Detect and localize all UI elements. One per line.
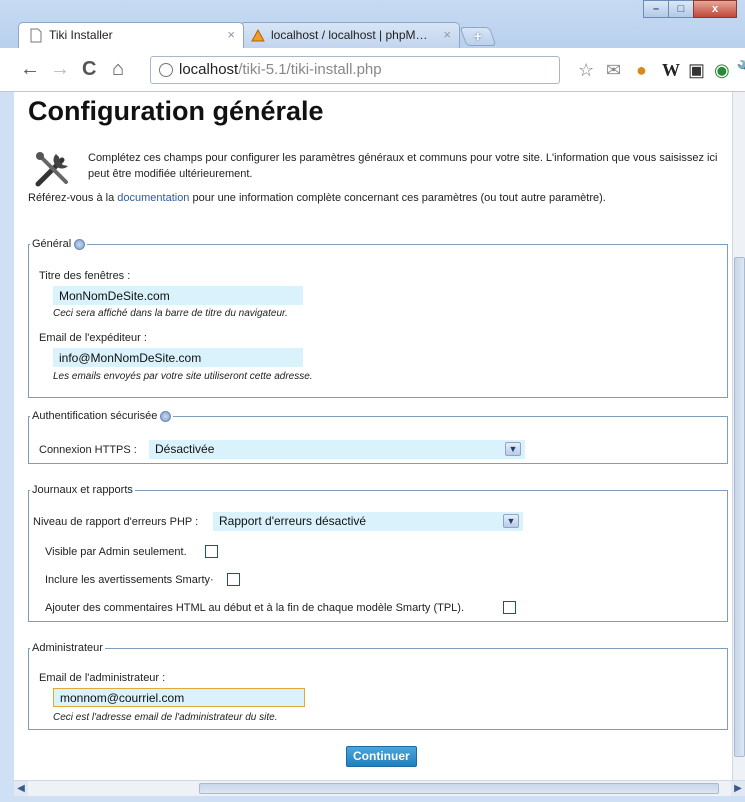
help-icon[interactable] <box>160 410 172 422</box>
scroll-right-icon[interactable]: ▶ <box>731 781 745 796</box>
reload-button[interactable]: C <box>82 58 96 81</box>
gmail-icon[interactable]: ✉ <box>606 60 621 81</box>
admin-only-checkbox[interactable] <box>205 545 218 558</box>
browser-title-note: Ceci sera affiché dans la barre de titre… <box>53 308 288 319</box>
https-label: Connexion HTTPS : <box>39 444 137 456</box>
scroll-thumb[interactable] <box>734 257 745 757</box>
forward-button[interactable]: → <box>50 58 70 81</box>
browser-title-label: Titre des fenêtres : <box>39 270 131 282</box>
wikipedia-icon[interactable]: W <box>662 60 680 81</box>
documentation-link[interactable]: documentation <box>117 192 189 204</box>
admin-email-input[interactable] <box>53 688 305 707</box>
html-comments-checkbox[interactable] <box>503 601 516 614</box>
auth-legend: Authentification sécurisée <box>30 410 173 422</box>
tab-label: localhost / localhost | phpM… <box>271 28 428 42</box>
chevron-down-icon: ▼ <box>503 514 519 528</box>
tab-tiki-installer[interactable]: Tiki Installer × <box>18 22 244 48</box>
logs-legend: Journaux et rapports <box>32 484 133 496</box>
camera-icon[interactable]: ▣ <box>688 60 705 81</box>
scroll-thumb[interactable] <box>199 783 719 794</box>
tools-icon <box>35 152 68 187</box>
documentation-line: Référez-vous à la documentation pour une… <box>28 192 606 204</box>
sender-email-label: Email de l'expéditeur : <box>39 332 147 344</box>
tab-close-icon[interactable]: × <box>227 23 235 47</box>
minimize-button[interactable]: – <box>643 0 669 18</box>
extension-icon[interactable]: ● <box>636 60 647 81</box>
admin-email-note: Ceci est l'adresse email de l'administra… <box>53 712 278 723</box>
https-select[interactable]: Désactivée ▼ <box>149 440 525 459</box>
phpmyadmin-icon <box>251 28 265 42</box>
window-frame <box>0 92 14 796</box>
star-icon[interactable]: ☆ <box>578 60 594 81</box>
new-tab-button[interactable]: + <box>459 27 497 46</box>
help-icon[interactable] <box>74 238 86 250</box>
intro-text: Complétez ces champs pour configurer les… <box>88 152 718 180</box>
tab-close-icon[interactable]: × <box>443 23 451 47</box>
auth-fieldset: Authentification sécurisée Connexion HTT… <box>28 410 728 464</box>
continue-button[interactable]: Continuer <box>346 746 417 767</box>
page-viewport: Configuration générale Complétez ces cha… <box>14 92 732 780</box>
admin-legend: Administrateur <box>32 642 103 654</box>
url-host: localhost <box>179 61 239 78</box>
vertical-scrollbar[interactable] <box>732 92 745 780</box>
admin-only-label: Visible par Admin seulement. <box>45 546 187 558</box>
scroll-left-icon[interactable]: ◀ <box>14 781 28 796</box>
wrench-icon[interactable]: 🔧 <box>736 60 745 81</box>
logs-fieldset: Journaux et rapports Niveau de rapport d… <box>28 484 728 622</box>
url-path: /tiki-5.1/tiki-install.php <box>238 61 382 78</box>
admin-email-label: Email de l'administrateur : <box>39 672 166 684</box>
page-icon <box>30 28 42 43</box>
sender-email-note: Les emails envoyés par votre site utilis… <box>53 371 313 382</box>
horizontal-scrollbar[interactable]: ◀ ▶ <box>14 780 745 796</box>
php-error-label: Niveau de rapport d'erreurs PHP : <box>33 516 199 528</box>
browser-toolbar: ← → C ⌂ localhost/tiki-5.1/tiki-install.… <box>0 48 745 92</box>
sender-email-input[interactable] <box>53 348 303 367</box>
smarty-warnings-checkbox[interactable] <box>227 573 240 586</box>
maximize-button[interactable]: □ <box>668 0 694 18</box>
html-comments-label: Ajouter des commentaires HTML au début e… <box>45 602 465 614</box>
php-error-select[interactable]: Rapport d'erreurs désactivé ▼ <box>213 512 523 531</box>
browser-title-input[interactable] <box>53 286 303 305</box>
page-title: Configuration générale <box>28 96 324 126</box>
home-button[interactable]: ⌂ <box>112 58 124 81</box>
admin-fieldset: Administrateur Email de l'administrateur… <box>28 642 728 730</box>
page-info-icon[interactable] <box>159 63 173 77</box>
close-button[interactable]: x <box>693 0 737 18</box>
color-picker-icon[interactable]: ◉ <box>714 60 730 81</box>
smarty-warnings-label: Inclure les avertissements Smarty· <box>45 574 214 586</box>
tab-phpmyadmin[interactable]: localhost / localhost | phpM… × <box>240 22 460 48</box>
chevron-down-icon: ▼ <box>505 442 521 456</box>
general-legend: Général <box>30 238 87 250</box>
address-bar[interactable]: localhost/tiki-5.1/tiki-install.php <box>150 56 560 84</box>
general-fieldset: Général Titre des fenêtres : Ceci sera a… <box>28 238 728 398</box>
tab-label: Tiki Installer <box>49 28 113 42</box>
back-button[interactable]: ← <box>20 58 40 81</box>
